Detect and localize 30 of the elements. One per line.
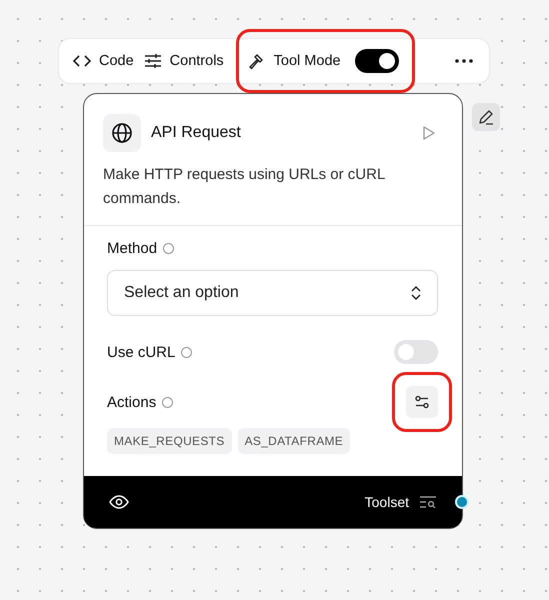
action-tag: MAKE_REQUESTS xyxy=(107,428,232,454)
action-tag: AS_DATAFRAME xyxy=(238,428,350,454)
sliders-icon xyxy=(414,394,430,410)
sliders-icon xyxy=(144,53,162,69)
globe-icon xyxy=(103,114,141,152)
output-label: Toolset xyxy=(364,494,409,510)
field-label: Actions xyxy=(107,394,156,410)
more-icon[interactable] xyxy=(455,59,473,63)
code-icon xyxy=(73,54,91,68)
node-description: Make HTTP requests using URLs or cURL commands. xyxy=(84,152,462,226)
field-label: Method xyxy=(107,240,158,256)
toggle-switch[interactable] xyxy=(354,49,399,73)
toolbar-button[interactable]: Tool Mode xyxy=(246,52,343,70)
field-label: Use cURL xyxy=(107,344,176,360)
select-field[interactable]: Select an option xyxy=(107,270,438,316)
chevrons-icon xyxy=(411,286,421,300)
list-search-icon xyxy=(419,496,437,508)
edit-button[interactable] xyxy=(472,103,500,131)
toolbar-button[interactable]: Code xyxy=(71,53,136,69)
pencil-icon xyxy=(477,108,495,126)
info-icon xyxy=(181,346,192,358)
settings-button[interactable] xyxy=(406,386,438,418)
toggle-switch[interactable] xyxy=(394,340,438,364)
node-title: API Request xyxy=(151,124,241,142)
info-icon xyxy=(162,396,174,408)
info-icon xyxy=(163,242,174,254)
eye-icon[interactable] xyxy=(109,495,129,509)
play-icon[interactable] xyxy=(422,125,436,141)
toolbar-button[interactable]: Controls xyxy=(142,53,226,69)
output-handle[interactable] xyxy=(455,495,469,509)
